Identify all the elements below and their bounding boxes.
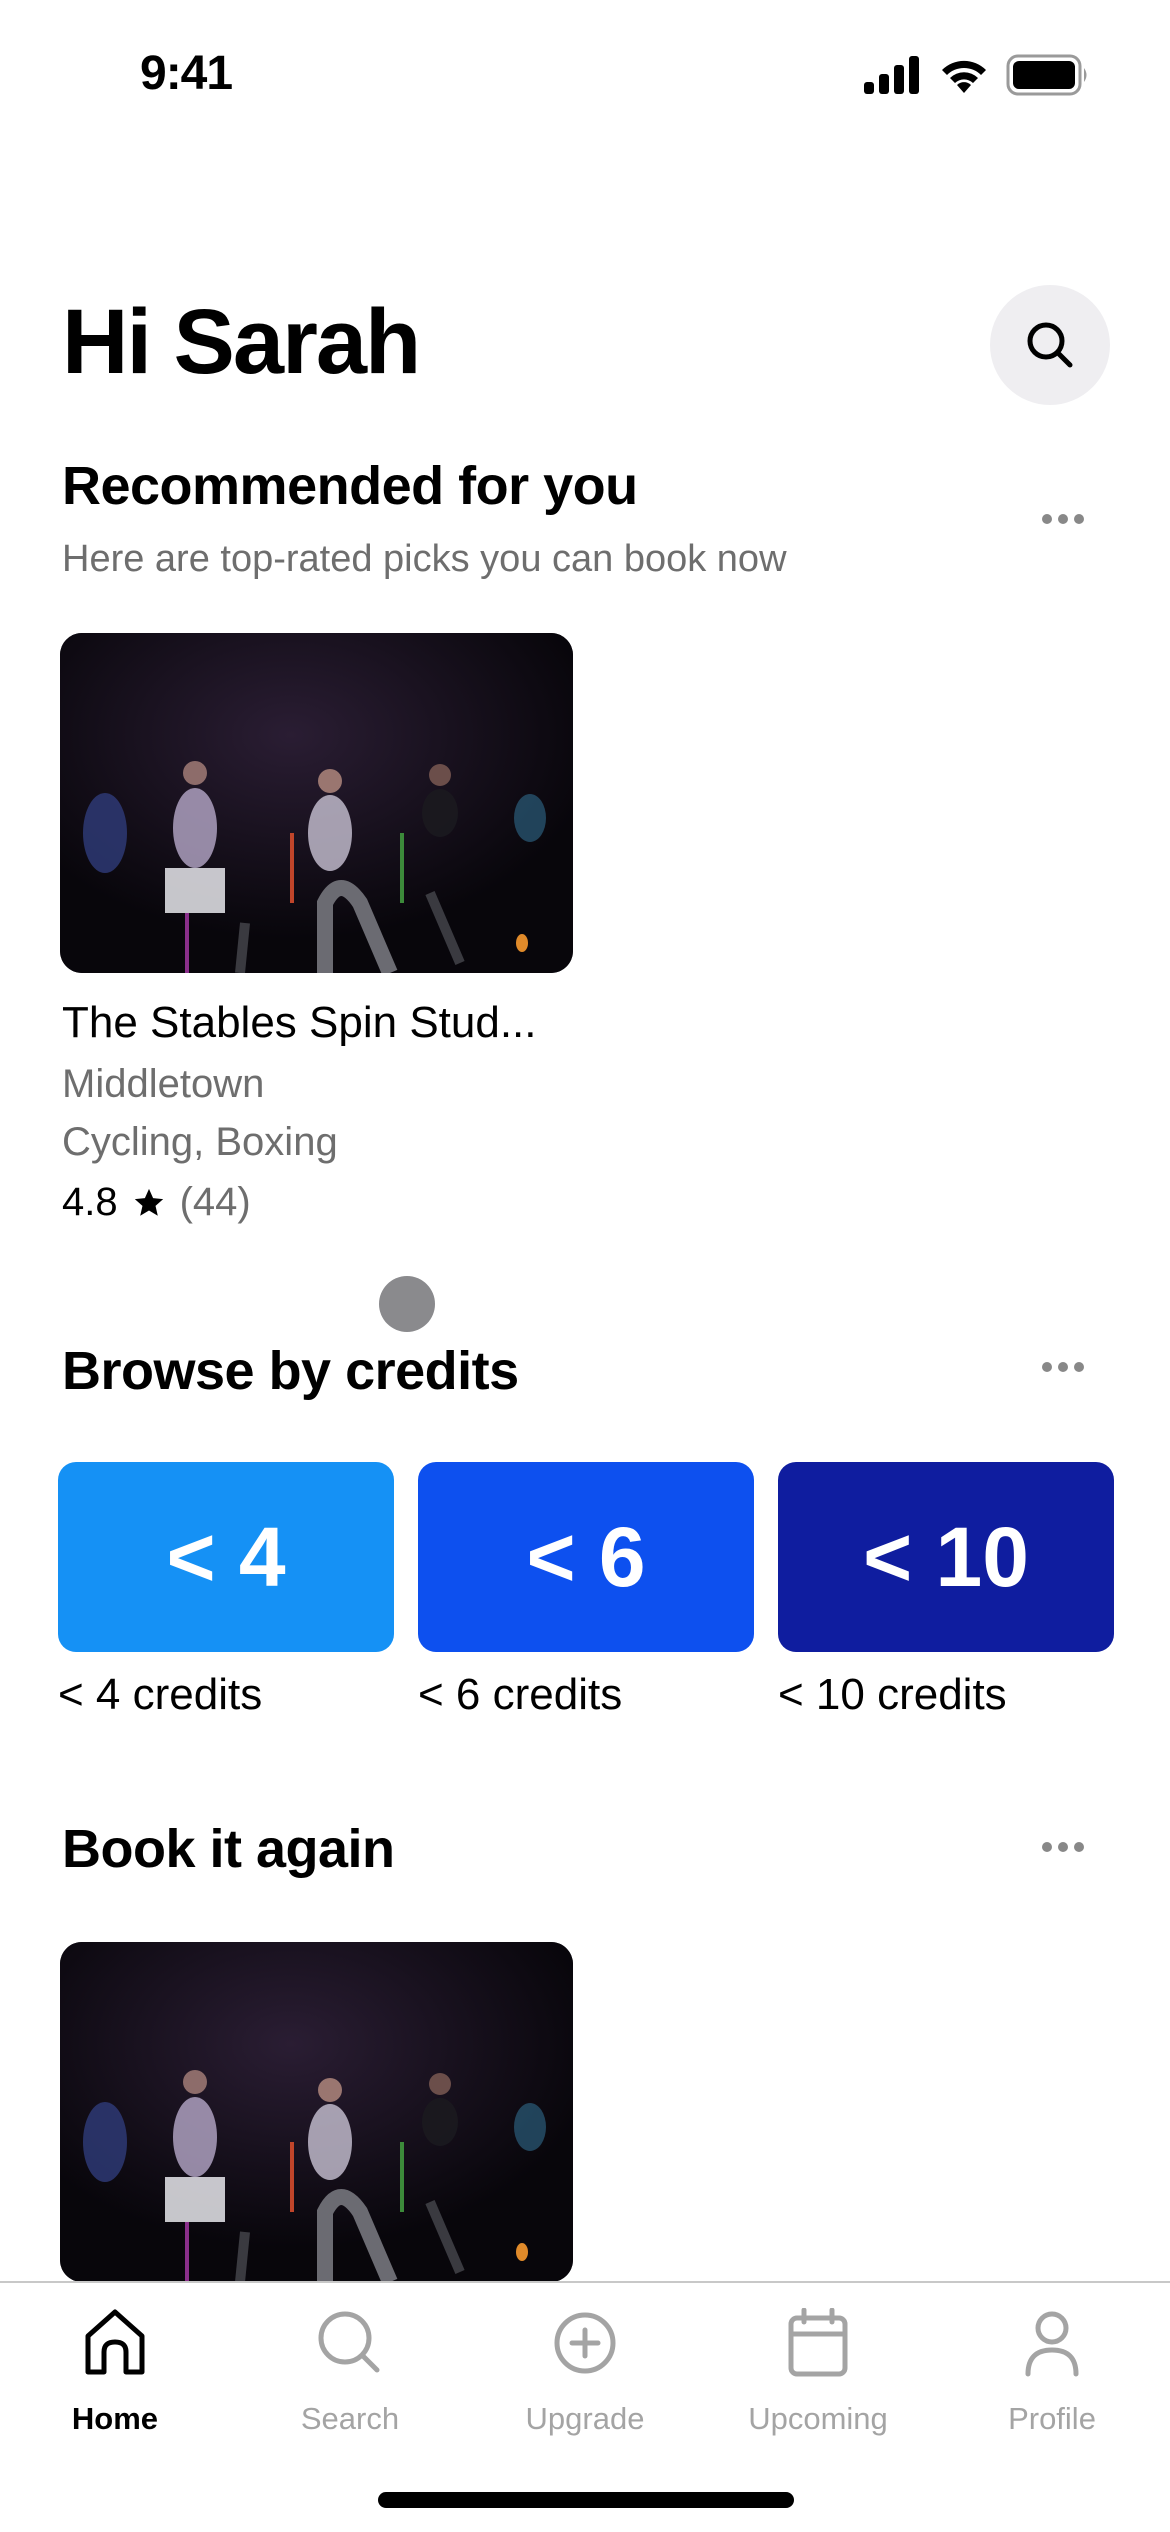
dot (1058, 1362, 1068, 1372)
dot (1074, 1842, 1084, 1852)
plus-circle-icon (554, 2312, 616, 2374)
status-bar: 9:41 (0, 0, 1170, 150)
tab-home[interactable]: Home (15, 2303, 215, 2437)
spin-class-photo (60, 633, 573, 973)
battery-icon (1006, 54, 1087, 96)
dot (1074, 1362, 1084, 1372)
tab-label: Search (300, 2401, 400, 2436)
credit-label-6[interactable]: < 6 credits (418, 1670, 622, 1720)
search-icon (318, 2311, 380, 2373)
dot (1042, 1842, 1052, 1852)
book-again-section-title: Book it again (62, 1819, 395, 1879)
tab-profile[interactable]: Profile (952, 2303, 1152, 2437)
browse-credits-section-title: Browse by credits (62, 1341, 519, 1401)
recommended-subtitle: Here are top-rated picks you can book no… (62, 538, 787, 580)
recommended-more-button[interactable] (1042, 514, 1084, 524)
tab-upgrade[interactable]: Upgrade (485, 2303, 685, 2437)
search-icon (1027, 322, 1073, 368)
status-icons (864, 54, 1090, 96)
dot (1058, 514, 1068, 524)
dot (1058, 1842, 1068, 1852)
profile-icon (1025, 2311, 1079, 2377)
tab-label: Profile (1008, 2401, 1096, 2436)
calendar-icon (788, 2308, 848, 2377)
tab-label: Upcoming (748, 2401, 888, 2436)
credit-tile-6[interactable]: < 6 (418, 1462, 754, 1652)
book-again-more-button[interactable] (1042, 1842, 1084, 1852)
review-count: (44) (179, 1180, 251, 1224)
spin-class-photo (60, 1942, 573, 2282)
home-icon (85, 2309, 145, 2375)
star-icon (134, 1188, 163, 1216)
tab-label: Upgrade (525, 2401, 645, 2436)
search-button[interactable] (990, 285, 1110, 405)
tab-label: Home (71, 2401, 159, 2436)
credit-label-4[interactable]: < 4 credits (58, 1670, 262, 1720)
recommended-section-title: Recommended for you (62, 456, 638, 516)
cellular-signal-icon (864, 56, 919, 94)
browse-credits-more-button[interactable] (1042, 1362, 1084, 1372)
studio-rating: 4.8 (44) (62, 1180, 251, 1225)
book-again-card-image[interactable] (60, 1942, 573, 2282)
studio-location: Middletown (62, 1062, 265, 1106)
credit-label-10[interactable]: < 10 credits (778, 1670, 1007, 1720)
credit-tile-4[interactable]: < 4 (58, 1462, 394, 1652)
tab-search[interactable]: Search (250, 2303, 450, 2437)
studio-card-image[interactable] (60, 633, 573, 973)
wifi-icon (942, 60, 986, 93)
studio-name[interactable]: The Stables Spin Stud... (62, 998, 537, 1048)
dot (1042, 514, 1052, 524)
credit-tile-10[interactable]: < 10 (778, 1462, 1114, 1652)
rating-value: 4.8 (62, 1180, 118, 1224)
dot (1042, 1362, 1052, 1372)
status-time: 9:41 (140, 47, 233, 100)
studio-categories: Cycling, Boxing (62, 1120, 338, 1164)
tab-upcoming[interactable]: Upcoming (718, 2303, 918, 2437)
dot (1074, 514, 1084, 524)
greeting-title: Hi Sarah (62, 291, 421, 393)
home-indicator[interactable] (378, 2492, 794, 2508)
touch-indicator (379, 1276, 435, 1332)
